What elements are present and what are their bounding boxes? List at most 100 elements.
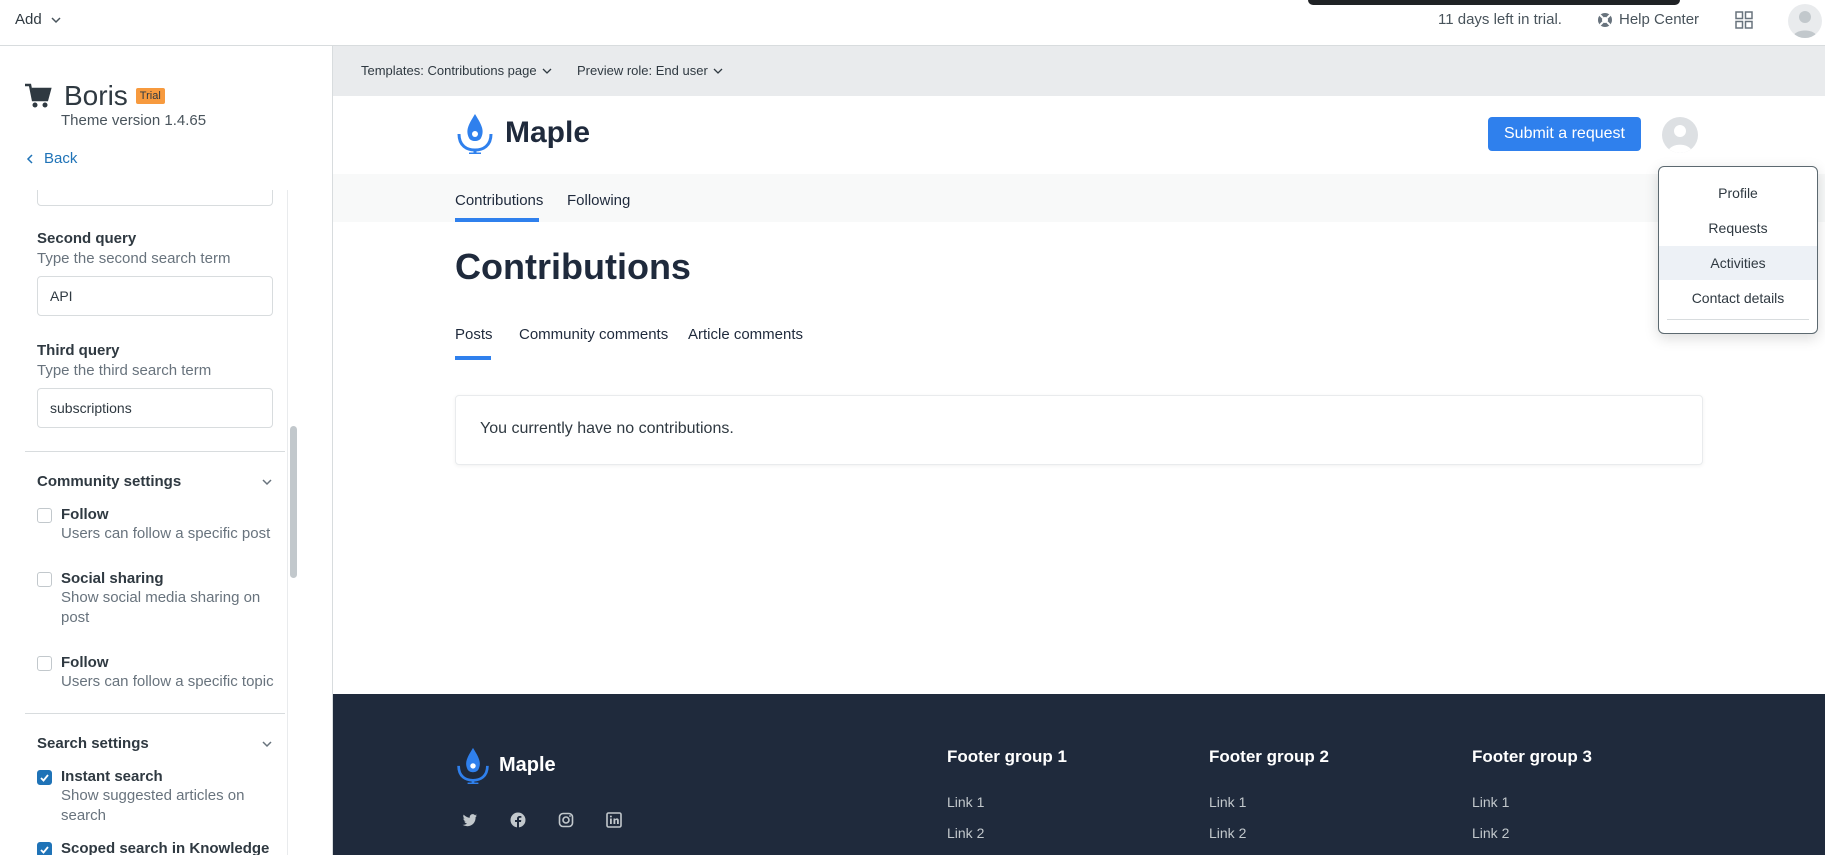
second-query-hint: Type the second search term <box>37 250 231 267</box>
menu-item-contact-details[interactable]: Contact details <box>1659 281 1817 315</box>
community-settings-title: Community settings <box>37 473 182 490</box>
second-query-label: Second query <box>37 230 137 247</box>
empty-state-card: You currently have no contributions. <box>455 395 1703 465</box>
preview-user-avatar[interactable] <box>1662 117 1698 153</box>
second-query-value: API <box>50 288 73 304</box>
help-center-link[interactable]: Help Center <box>1597 11 1699 28</box>
preview-toolbar: Templates: Contributions page Preview ro… <box>333 46 1825 96</box>
footer-logo-text: Maple <box>499 753 556 776</box>
menu-item-profile[interactable]: Profile <box>1659 176 1817 210</box>
chevron-down-icon <box>262 478 272 485</box>
lifebuoy-icon <box>1598 12 1612 27</box>
chevron-left-icon <box>26 153 33 164</box>
footer-group-3-title: Footer group 3 <box>1472 747 1592 766</box>
chevron-down-icon <box>542 68 552 74</box>
menu-item-requests[interactable]: Requests <box>1659 211 1817 245</box>
follow-post-checkbox[interactable] <box>37 508 52 523</box>
add-label: Add <box>15 11 42 28</box>
linkedin-icon[interactable] <box>606 812 622 828</box>
third-query-input[interactable]: subscriptions <box>37 388 273 428</box>
user-menu-dropdown: Profile Requests Activities Contact deta… <box>1658 166 1818 334</box>
brand: Boris Trial <box>24 80 165 112</box>
chevron-down-icon <box>51 16 61 23</box>
subtab-article-comments[interactable]: Article comments <box>688 326 803 343</box>
empty-state-message: You currently have no contributions. <box>480 420 734 437</box>
scoped-search-checkbox[interactable] <box>37 842 52 855</box>
page-title: Contributions <box>455 246 691 287</box>
trial-badge: Trial <box>135 88 165 104</box>
menu-item-activities[interactable]: Activities <box>1659 246 1817 280</box>
help-center-label: Help Center <box>1619 11 1700 28</box>
preview-role-selector[interactable]: Preview role: End user <box>577 63 723 78</box>
follow-topic-checkbox[interactable] <box>37 656 52 671</box>
tab-following[interactable]: Following <box>567 192 630 209</box>
product-tray-icon[interactable] <box>1735 11 1753 29</box>
settings-scroll-area[interactable]: - Second query Type the second search te… <box>0 190 300 855</box>
social-sharing-title: Social sharing <box>61 570 164 587</box>
shopping-cart-icon <box>25 83 52 108</box>
community-settings-header[interactable]: Community settings <box>37 473 273 490</box>
template-selector[interactable]: Templates: Contributions page <box>361 63 552 78</box>
instant-search-desc: Show suggested articles on search <box>61 787 245 824</box>
footer-group-1-link-2[interactable]: Link 2 <box>947 825 984 841</box>
footer-group-1-title: Footer group 1 <box>947 747 1067 766</box>
first-query-value: - <box>82 190 87 194</box>
checkmark-icon <box>40 774 49 782</box>
third-query-label: Third query <box>37 342 120 359</box>
follow-post-desc: Users can follow a specific post <box>61 525 271 542</box>
profile-nav <box>333 174 1825 222</box>
preview-role-label: Preview role: End user <box>577 63 708 78</box>
chevron-down-icon <box>713 68 723 74</box>
footer-logo[interactable]: Maple <box>455 746 556 784</box>
follow-topic-desc: Users can follow a specific topic <box>61 673 274 690</box>
tab-contributions[interactable]: Contributions <box>455 192 543 209</box>
second-query-input[interactable]: API <box>37 276 273 316</box>
follow-post-title: Follow <box>61 506 109 523</box>
notification-tab[interactable] <box>1308 0 1680 5</box>
third-query-hint: Type the third search term <box>37 362 212 379</box>
theme-preview: Templates: Contributions page Preview ro… <box>333 46 1825 855</box>
scoped-search-title: Scoped search in Knowledge <box>61 840 270 855</box>
trial-status: 11 days left in trial. <box>1438 11 1562 28</box>
instant-search-title: Instant search <box>61 768 163 785</box>
user-avatar[interactable] <box>1788 4 1822 38</box>
footer-group-2-title: Footer group 2 <box>1209 747 1329 766</box>
add-menu-button[interactable]: Add <box>15 11 62 28</box>
divider <box>25 451 285 452</box>
divider <box>25 713 285 714</box>
active-subtab-indicator <box>455 356 491 360</box>
footer-group-3-link-1[interactable]: Link 1 <box>1472 794 1509 810</box>
follow-topic-title: Follow <box>61 654 109 671</box>
search-settings-header[interactable]: Search settings <box>37 735 273 752</box>
back-link[interactable]: Back <box>26 150 77 167</box>
site-logo[interactable]: Maple <box>455 112 590 154</box>
theme-settings-sidebar: Boris Trial Theme version 1.4.65 Back - … <box>0 46 333 855</box>
theme-version: Theme version 1.4.65 <box>61 112 207 129</box>
checkmark-icon <box>40 846 49 854</box>
site-logo-text: Maple <box>505 116 591 149</box>
instagram-icon[interactable] <box>558 812 574 828</box>
chevron-down-icon <box>262 740 272 747</box>
footer-group-3-link-2[interactable]: Link 2 <box>1472 825 1509 841</box>
social-sharing-checkbox[interactable] <box>37 572 52 587</box>
maple-logo-icon <box>457 114 493 154</box>
user-silhouette-icon <box>1668 125 1692 153</box>
subtab-posts[interactable]: Posts <box>455 326 493 343</box>
instant-search-checkbox[interactable] <box>37 770 52 785</box>
theme-name: Boris <box>64 80 128 111</box>
submit-request-button[interactable]: Submit a request <box>1488 117 1641 151</box>
first-query-input[interactable]: - <box>37 190 273 206</box>
subtab-community-comments[interactable]: Community comments <box>519 326 668 343</box>
social-sharing-desc: Show social media sharing on post <box>61 589 261 626</box>
top-bar: Add 11 days left in trial. Help Center <box>0 0 1825 46</box>
active-tab-indicator <box>455 218 539 222</box>
footer-group-1-link-1[interactable]: Link 1 <box>947 794 984 810</box>
third-query-value: subscriptions <box>50 400 132 416</box>
maple-logo-icon <box>457 747 489 784</box>
footer-group-2-link-2[interactable]: Link 2 <box>1209 825 1246 841</box>
back-label: Back <box>44 150 78 167</box>
facebook-icon[interactable] <box>510 812 526 828</box>
twitter-icon[interactable] <box>462 812 478 828</box>
footer-group-2-link-1[interactable]: Link 1 <box>1209 794 1246 810</box>
scrollbar-thumb[interactable] <box>290 426 297 578</box>
